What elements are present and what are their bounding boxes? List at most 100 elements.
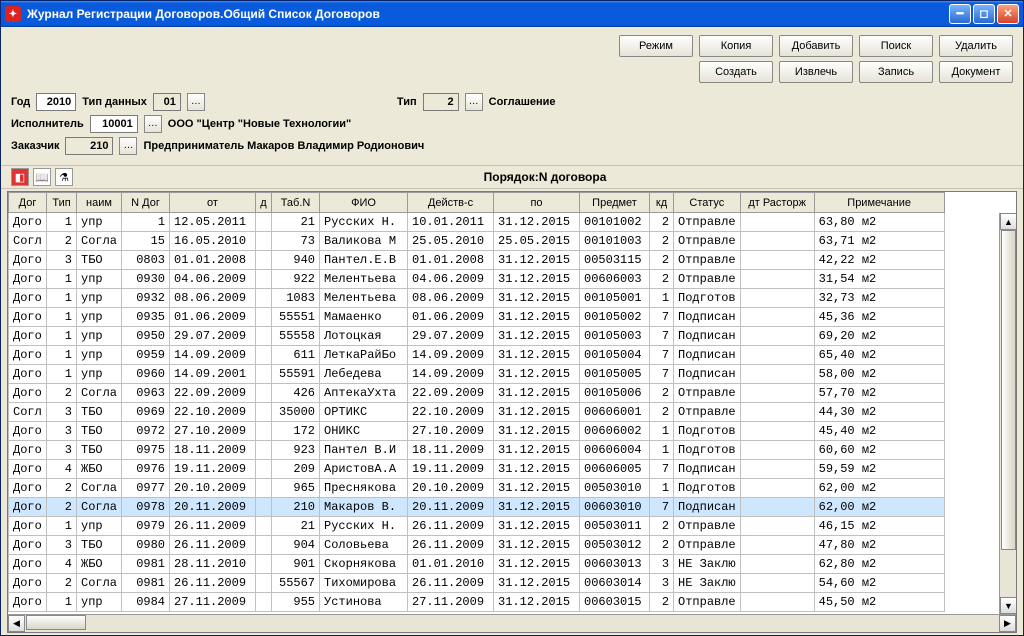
- cell[interactable]: 63,71 м2: [814, 232, 944, 251]
- cell[interactable]: Подписан: [674, 365, 741, 384]
- cell[interactable]: Отправле: [674, 251, 741, 270]
- cell[interactable]: 47,80 м2: [814, 536, 944, 555]
- cell[interactable]: [256, 403, 272, 422]
- cell[interactable]: Дого: [9, 289, 47, 308]
- cell[interactable]: Подготов: [674, 289, 741, 308]
- cell[interactable]: 22.09.2009: [408, 384, 494, 403]
- cell[interactable]: Согла: [77, 384, 122, 403]
- cell[interactable]: упр: [77, 270, 122, 289]
- cell[interactable]: Согла: [77, 574, 122, 593]
- cell[interactable]: 1: [47, 365, 77, 384]
- cell[interactable]: 31.12.2015: [494, 213, 580, 232]
- cell[interactable]: 0981: [122, 574, 170, 593]
- cell[interactable]: 3: [47, 536, 77, 555]
- cell[interactable]: Согла: [77, 479, 122, 498]
- table-row[interactable]: Дого1упр097926.11.200921Русских Н.26.11.…: [9, 517, 945, 536]
- cell[interactable]: 27.11.2009: [170, 593, 256, 612]
- cell[interactable]: 7: [650, 346, 674, 365]
- cell[interactable]: 26.11.2009: [170, 574, 256, 593]
- column-header[interactable]: кд: [650, 193, 674, 213]
- column-header[interactable]: от: [170, 193, 256, 213]
- table-row[interactable]: Дого2Согла097820.11.2009210Макаров В.20.…: [9, 498, 945, 517]
- cell[interactable]: Подготов: [674, 422, 741, 441]
- cell[interactable]: 57,70 м2: [814, 384, 944, 403]
- cell[interactable]: ЛеткаРайБо: [320, 346, 408, 365]
- cell[interactable]: Согла: [77, 498, 122, 517]
- mode-button[interactable]: Режим: [619, 35, 693, 57]
- search-button[interactable]: Поиск: [859, 35, 933, 57]
- cell[interactable]: 31.12.2015: [494, 498, 580, 517]
- cell[interactable]: [740, 555, 814, 574]
- column-header[interactable]: Предмет: [580, 193, 650, 213]
- cell[interactable]: АристовА.А: [320, 460, 408, 479]
- cell[interactable]: 1: [47, 213, 77, 232]
- cell[interactable]: Пантел В.И: [320, 441, 408, 460]
- cell[interactable]: 12.05.2011: [170, 213, 256, 232]
- cell[interactable]: 27.11.2009: [408, 593, 494, 612]
- cell[interactable]: 20.11.2009: [170, 498, 256, 517]
- cell[interactable]: 3: [650, 574, 674, 593]
- cell[interactable]: [256, 593, 272, 612]
- customer-lookup-button[interactable]: …: [119, 137, 137, 155]
- cell[interactable]: 31.12.2015: [494, 308, 580, 327]
- cell[interactable]: 46,15 м2: [814, 517, 944, 536]
- cell[interactable]: Дого: [9, 536, 47, 555]
- cell[interactable]: 1: [650, 422, 674, 441]
- cell[interactable]: 00101003: [580, 232, 650, 251]
- cell[interactable]: Отправле: [674, 517, 741, 536]
- scroll-right-icon[interactable]: ▶: [999, 615, 1016, 632]
- cell[interactable]: ЖБО: [77, 460, 122, 479]
- cell[interactable]: Дого: [9, 555, 47, 574]
- cell[interactable]: 3: [650, 555, 674, 574]
- cell[interactable]: 22.10.2009: [170, 403, 256, 422]
- cell[interactable]: 44,30 м2: [814, 403, 944, 422]
- year-input[interactable]: [36, 93, 76, 111]
- cell[interactable]: 1: [650, 479, 674, 498]
- cell[interactable]: [740, 232, 814, 251]
- cell[interactable]: ОРТИКС: [320, 403, 408, 422]
- cell[interactable]: [740, 517, 814, 536]
- cell[interactable]: 0803: [122, 251, 170, 270]
- cell[interactable]: 00105001: [580, 289, 650, 308]
- cell[interactable]: 00503011: [580, 517, 650, 536]
- cell[interactable]: 55567: [272, 574, 320, 593]
- cell[interactable]: 04.06.2009: [170, 270, 256, 289]
- cell[interactable]: [740, 441, 814, 460]
- cell[interactable]: 08.06.2009: [170, 289, 256, 308]
- cell[interactable]: 0975: [122, 441, 170, 460]
- cell[interactable]: 0980: [122, 536, 170, 555]
- cell[interactable]: Мамаенко: [320, 308, 408, 327]
- cell[interactable]: 1: [47, 270, 77, 289]
- table-row[interactable]: Согл2Согла1516.05.201073Валикова М25.05.…: [9, 232, 945, 251]
- book-icon[interactable]: 📖: [33, 168, 51, 186]
- create-button[interactable]: Создать: [699, 61, 773, 83]
- cell[interactable]: 0978: [122, 498, 170, 517]
- cell[interactable]: 25.05.2015: [494, 232, 580, 251]
- cell[interactable]: Преснякова: [320, 479, 408, 498]
- cell[interactable]: ТБО: [77, 403, 122, 422]
- cell[interactable]: Подписан: [674, 346, 741, 365]
- cell[interactable]: 16.05.2010: [170, 232, 256, 251]
- cell[interactable]: Дого: [9, 270, 47, 289]
- table-row[interactable]: Дого2Согла096322.09.2009426АптекаУхта22.…: [9, 384, 945, 403]
- cell[interactable]: упр: [77, 289, 122, 308]
- executor-lookup-button[interactable]: …: [144, 115, 162, 133]
- cell[interactable]: 26.11.2009: [408, 574, 494, 593]
- red-flag-icon[interactable]: ◧: [11, 168, 29, 186]
- table-row[interactable]: Согл3ТБО096922.10.200935000ОРТИКС22.10.2…: [9, 403, 945, 422]
- cell[interactable]: ТБО: [77, 441, 122, 460]
- data-grid[interactable]: ДогТипнаимN ДоготдТаб.NФИОДейств-споПред…: [7, 191, 1017, 633]
- cell[interactable]: [740, 308, 814, 327]
- cell[interactable]: Отправле: [674, 593, 741, 612]
- cell[interactable]: упр: [77, 213, 122, 232]
- cell[interactable]: упр: [77, 308, 122, 327]
- cell[interactable]: 3: [47, 251, 77, 270]
- scroll-up-icon[interactable]: ▲: [1000, 213, 1017, 230]
- cell[interactable]: [740, 403, 814, 422]
- cell[interactable]: 7: [650, 308, 674, 327]
- cell[interactable]: Русских Н.: [320, 517, 408, 536]
- datatype-lookup-button[interactable]: …: [187, 93, 205, 111]
- cell[interactable]: [740, 536, 814, 555]
- close-button[interactable]: ✕: [997, 4, 1019, 24]
- cell[interactable]: Тихомирова: [320, 574, 408, 593]
